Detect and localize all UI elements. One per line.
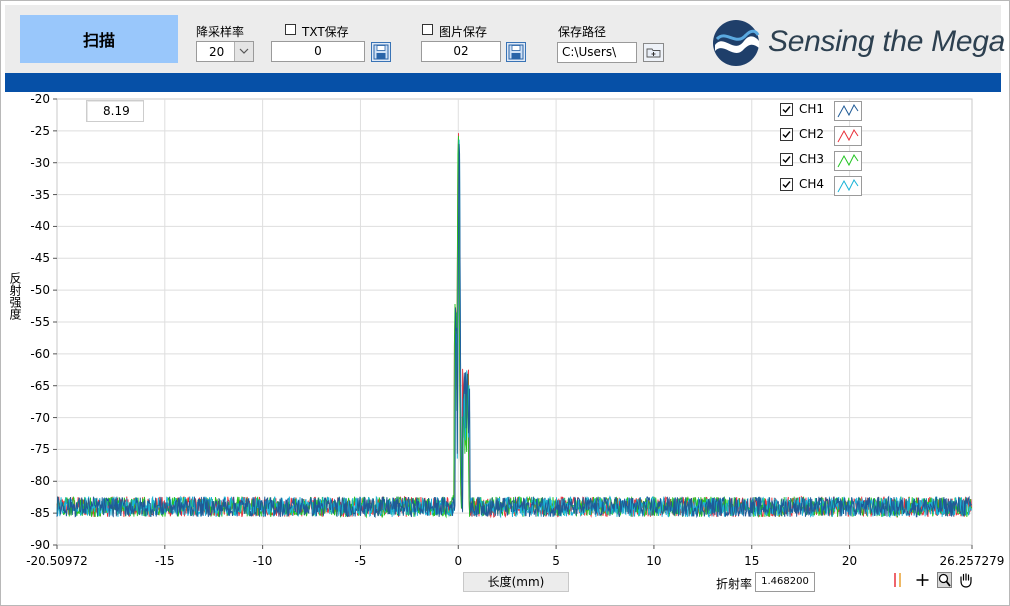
crosshair-tool[interactable]	[915, 572, 930, 588]
checkmark-icon	[782, 131, 791, 139]
hand-pan-icon	[960, 573, 972, 588]
legend-label: CH1	[799, 102, 825, 116]
legend-item-ch4[interactable]: CH4	[780, 176, 866, 196]
line-style-icon	[837, 179, 859, 193]
line-style-icon	[837, 104, 859, 118]
legend-label: CH4	[799, 177, 825, 191]
legend-label: CH3	[799, 152, 825, 166]
line-style-icon	[837, 129, 859, 143]
x-axis-title: 长度(mm)	[463, 572, 569, 592]
cursor-lines-icon	[894, 573, 901, 587]
legend-checkbox[interactable]	[780, 178, 793, 191]
refractive-index-input[interactable]: 1.468200	[755, 572, 815, 592]
legend-item-ch1[interactable]: CH1	[780, 101, 866, 121]
legend-label: CH2	[799, 127, 825, 141]
legend-swatch[interactable]	[834, 126, 862, 146]
legend-swatch[interactable]	[834, 176, 862, 196]
legend-checkbox[interactable]	[780, 103, 793, 116]
pan-tool[interactable]	[958, 572, 973, 588]
legend-item-ch2[interactable]: CH2	[780, 126, 866, 146]
refractive-index-label: 折射率	[716, 577, 753, 591]
cursor-lines-tool[interactable]	[891, 572, 906, 588]
zoom-tool[interactable]	[937, 572, 952, 588]
legend-checkbox[interactable]	[780, 153, 793, 166]
legend-swatch[interactable]	[834, 151, 862, 171]
checkmark-icon	[782, 181, 791, 189]
legend-swatch[interactable]	[834, 101, 862, 121]
cursor-readout-value: 8.19	[103, 104, 130, 118]
zoom-magnifier-icon	[937, 572, 952, 588]
line-style-icon	[837, 154, 859, 168]
checkmark-icon	[782, 156, 791, 164]
legend-checkbox[interactable]	[780, 128, 793, 141]
reflection-plot[interactable]	[0, 0, 1010, 606]
cursor-readout[interactable]: 8.19	[86, 100, 144, 122]
legend-item-ch3[interactable]: CH3	[780, 151, 866, 171]
checkmark-icon	[782, 106, 791, 114]
crosshair-icon	[916, 574, 929, 586]
